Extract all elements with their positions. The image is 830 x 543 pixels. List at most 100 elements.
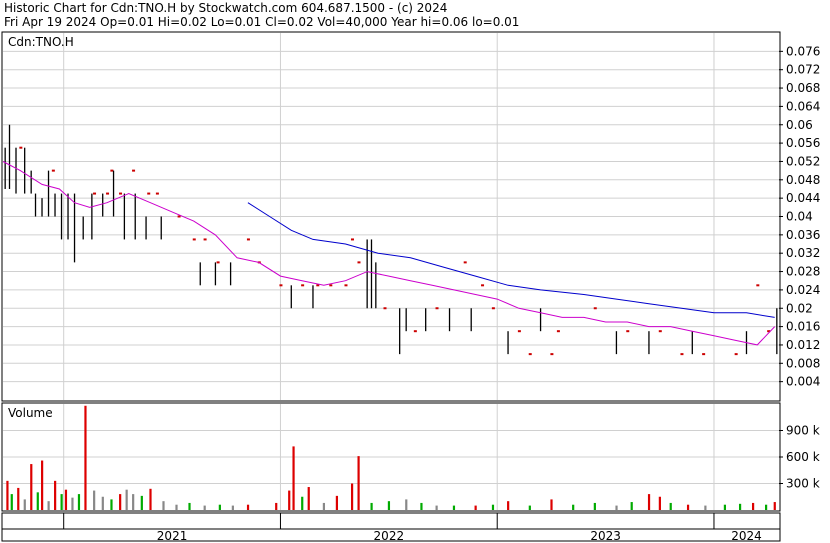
price-tick-label: 0.06 [786,118,813,132]
flat-day-marker [383,307,387,310]
price-tick-label: 0.004 [786,375,820,389]
price-tick-label: 0.068 [786,81,820,95]
volume-bar [387,501,391,510]
volume-bar [669,502,672,510]
flat-day-marker [593,307,597,310]
price-tick-label: 0.064 [786,99,820,113]
stock-chart: 0.076 0.072 0.068 0.064 0.06 0.056 0.052 0.048 0… [1,31,820,543]
flat-day-marker [203,238,207,241]
volume-bar [370,502,373,510]
volume-bar [64,489,68,510]
volume-bar [47,501,50,510]
volume-bar [686,504,690,510]
price-y-axis: 0.076 0.072 0.068 0.064 0.06 0.056 0.052 0.048 0… [779,44,820,389]
flat-day-marker [51,169,55,172]
flat-day-marker [216,261,220,264]
flat-day-marker [329,284,333,287]
flat-day-marker [491,307,495,310]
volume-bar [751,502,755,510]
volume-bar [23,499,26,510]
flat-day-marker [658,330,662,333]
flat-day-marker [350,238,354,241]
volume-tick-label: 900 k [786,424,820,438]
volume-bar [420,502,423,510]
flat-day-marker [756,284,760,287]
volume-bar [246,504,250,510]
flat-day-marker [481,284,485,287]
volume-bar [125,489,128,510]
price-panel: 0.076 0.072 0.068 0.064 0.06 0.056 0.052 0.048 0… [1,31,820,402]
volume-bar [507,501,510,510]
volume-bar [658,496,661,510]
volume-bar [630,502,633,510]
flat-day-marker [702,353,706,356]
volume-bar [60,494,63,510]
volume-bar [593,502,596,510]
volume-bar [301,496,304,510]
volume-bar [615,505,618,510]
flat-day-marker [132,169,136,172]
volume-bar [10,494,13,510]
volume-bar [288,490,291,510]
year-label: 2022 [374,529,405,543]
volume-bar [17,487,20,510]
volume-y-axis: 900 k 600 k 300 k [779,424,820,491]
price-tick-label: 0.052 [786,154,820,168]
volume-bar [110,499,113,510]
time-axis: 2021 2022 2023 2024 [1,512,781,543]
year-label: 2021 [157,529,188,543]
volume-bar [357,456,360,510]
volume-panel-title: Volume [8,406,53,420]
flat-day-marker [550,353,554,356]
volume-bar [175,504,178,510]
volume-bar [231,505,234,510]
volume-bar [405,499,408,510]
flat-day-marker [357,261,361,264]
price-tick-label: 0.028 [786,265,820,279]
volume-bar [41,460,44,510]
volume-bar [275,502,278,510]
flat-day-marker [517,330,521,333]
volume-bar [149,488,152,510]
price-tick-label: 0.056 [786,136,820,150]
price-tick-label: 0.008 [786,356,820,370]
volume-bar [723,504,727,510]
flat-day-marker [147,192,151,195]
volume-bar [54,480,57,510]
flat-day-marker [192,238,196,241]
volume-bar [84,405,87,510]
volume-bar [738,503,742,510]
flat-day-marker [19,146,23,149]
volume-bar [773,502,776,510]
price-tick-label: 0.036 [786,228,820,242]
volume-bar [704,505,707,510]
volume-bar [292,446,295,510]
volume-bar [188,502,191,510]
volume-bar [132,494,135,510]
volume-bar [36,492,39,510]
volume-bar [203,505,206,510]
price-tick-label: 0.044 [786,191,820,205]
price-tick-label: 0.04 [786,210,813,224]
flat-day-marker [463,261,467,264]
volume-bar [93,490,96,510]
flat-day-marker [626,330,630,333]
flat-day-marker [734,353,738,356]
volume-bar [550,499,553,510]
volume-bar [647,494,651,510]
volume-bar [435,505,438,510]
price-tick-label: 0.048 [786,173,820,187]
flat-day-marker [344,284,348,287]
flat-day-marker [528,353,532,356]
volume-bar [6,480,9,510]
flat-day-marker [106,192,110,195]
volume-bar [491,504,495,510]
volume-bar [218,504,221,510]
volume-bar [30,464,33,510]
price-tick-label: 0.072 [786,63,820,77]
volume-tick-label: 300 k [786,477,820,491]
volume-bar [140,495,143,510]
volume-bar [71,497,74,510]
volume-panel: 900 k 600 k 300 k Volume [1,402,820,512]
year-label: 2024 [731,529,762,543]
